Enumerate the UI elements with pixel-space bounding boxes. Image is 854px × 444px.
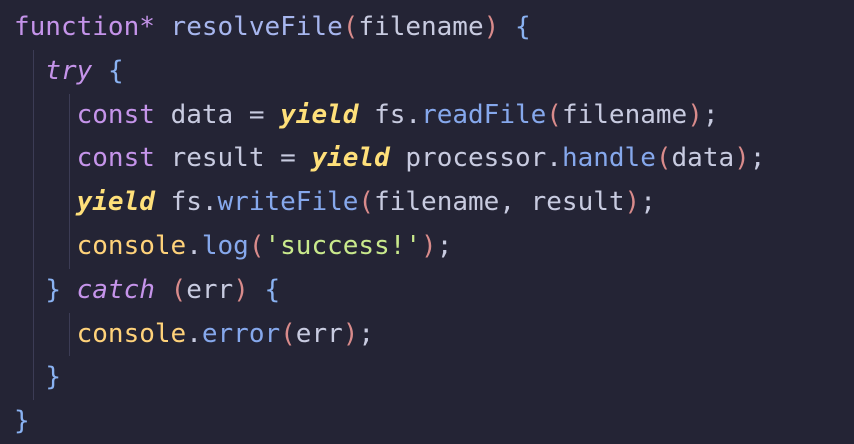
paren: ( — [248, 230, 265, 261]
keyword-function: function* — [14, 12, 155, 42]
keyword-yield: yield — [280, 99, 359, 130]
semicolon: ; — [702, 99, 719, 130]
brace: { — [264, 274, 281, 305]
code-line-10: } — [14, 400, 854, 444]
semicolon: ; — [358, 318, 375, 349]
indent-guide — [33, 224, 34, 269]
method: log — [201, 230, 249, 261]
comma: , — [499, 187, 515, 218]
indent-guide — [33, 49, 34, 94]
dot: . — [186, 230, 202, 261]
code-line-8: console.error(err); — [14, 312, 854, 357]
keyword-yield: yield — [311, 143, 390, 174]
operator: = — [248, 99, 265, 130]
method: writeFile — [217, 187, 359, 218]
code-line-5: yield fs.writeFile(filename, result); — [14, 181, 854, 225]
paren: ) — [687, 99, 703, 130]
dot: . — [201, 187, 218, 218]
method: readFile — [421, 99, 547, 130]
keyword-const: const — [76, 143, 155, 174]
keyword-const: const — [76, 99, 155, 130]
parameter: filename — [358, 12, 484, 42]
indent-guide — [69, 312, 70, 357]
code-line-4: const result = yield processor.handle(da… — [14, 137, 854, 182]
paren: ) — [342, 318, 359, 349]
indent-guide — [33, 268, 34, 313]
paren: ) — [483, 12, 500, 42]
code-line-1: function* resolveFile(filename) { — [14, 6, 854, 50]
paren: ) — [734, 143, 750, 174]
dot: . — [405, 99, 422, 130]
code-line-7: } catch (err) { — [14, 268, 854, 313]
paren: ( — [546, 99, 562, 130]
argument: data — [671, 143, 735, 174]
indent-guide — [33, 137, 34, 182]
keyword-try: try — [45, 55, 93, 86]
code-line-2: try { — [14, 49, 854, 94]
variable: result — [170, 143, 265, 174]
keyword-catch: catch — [76, 274, 155, 305]
paren: ) — [421, 230, 437, 261]
paren: ( — [170, 274, 187, 305]
indent-guide — [33, 181, 34, 225]
indent-guide — [33, 93, 34, 138]
argument: filename — [374, 187, 500, 218]
semicolon: ; — [640, 187, 656, 218]
object-console: console — [76, 230, 187, 261]
brace: { — [107, 55, 124, 86]
brace: } — [45, 274, 61, 305]
indent-guide — [33, 312, 34, 357]
semicolon: ; — [749, 143, 766, 174]
paren: ( — [280, 318, 296, 349]
semicolon: ; — [436, 230, 453, 261]
function-name: resolveFile — [170, 12, 343, 42]
paren: ) — [624, 187, 641, 218]
indent-guide — [33, 356, 34, 401]
object: fs — [374, 99, 406, 130]
brace: } — [14, 406, 30, 437]
indent-guide — [69, 137, 70, 182]
code-line-9: } — [14, 356, 854, 401]
string-literal: 'success!' — [264, 230, 422, 261]
argument: err — [295, 318, 343, 349]
object-console: console — [76, 318, 187, 349]
brace: } — [45, 362, 61, 393]
argument: filename — [561, 99, 688, 130]
object: fs — [170, 187, 202, 218]
dot: . — [186, 318, 202, 349]
paren: ( — [358, 187, 375, 218]
indent-guide — [69, 181, 70, 225]
indent-guide — [69, 224, 70, 269]
paren: ( — [342, 12, 359, 42]
paren: ) — [233, 274, 249, 305]
keyword-yield: yield — [76, 187, 155, 218]
method: error — [201, 318, 281, 349]
paren: ( — [655, 143, 672, 174]
variable: data — [170, 99, 234, 130]
brace: { — [514, 12, 531, 42]
dot: . — [546, 143, 562, 174]
code-editor[interactable]: function* resolveFile(filename) { try { … — [0, 0, 854, 439]
indent-guide — [69, 93, 70, 138]
method: handle — [561, 143, 656, 174]
operator: = — [280, 143, 296, 174]
code-line-6: console.log('success!'); — [14, 224, 854, 269]
parameter: err — [186, 274, 234, 305]
code-line-3: const data = yield fs.readFile(filename)… — [14, 93, 854, 138]
argument: result — [530, 187, 625, 218]
object: processor — [405, 143, 547, 174]
